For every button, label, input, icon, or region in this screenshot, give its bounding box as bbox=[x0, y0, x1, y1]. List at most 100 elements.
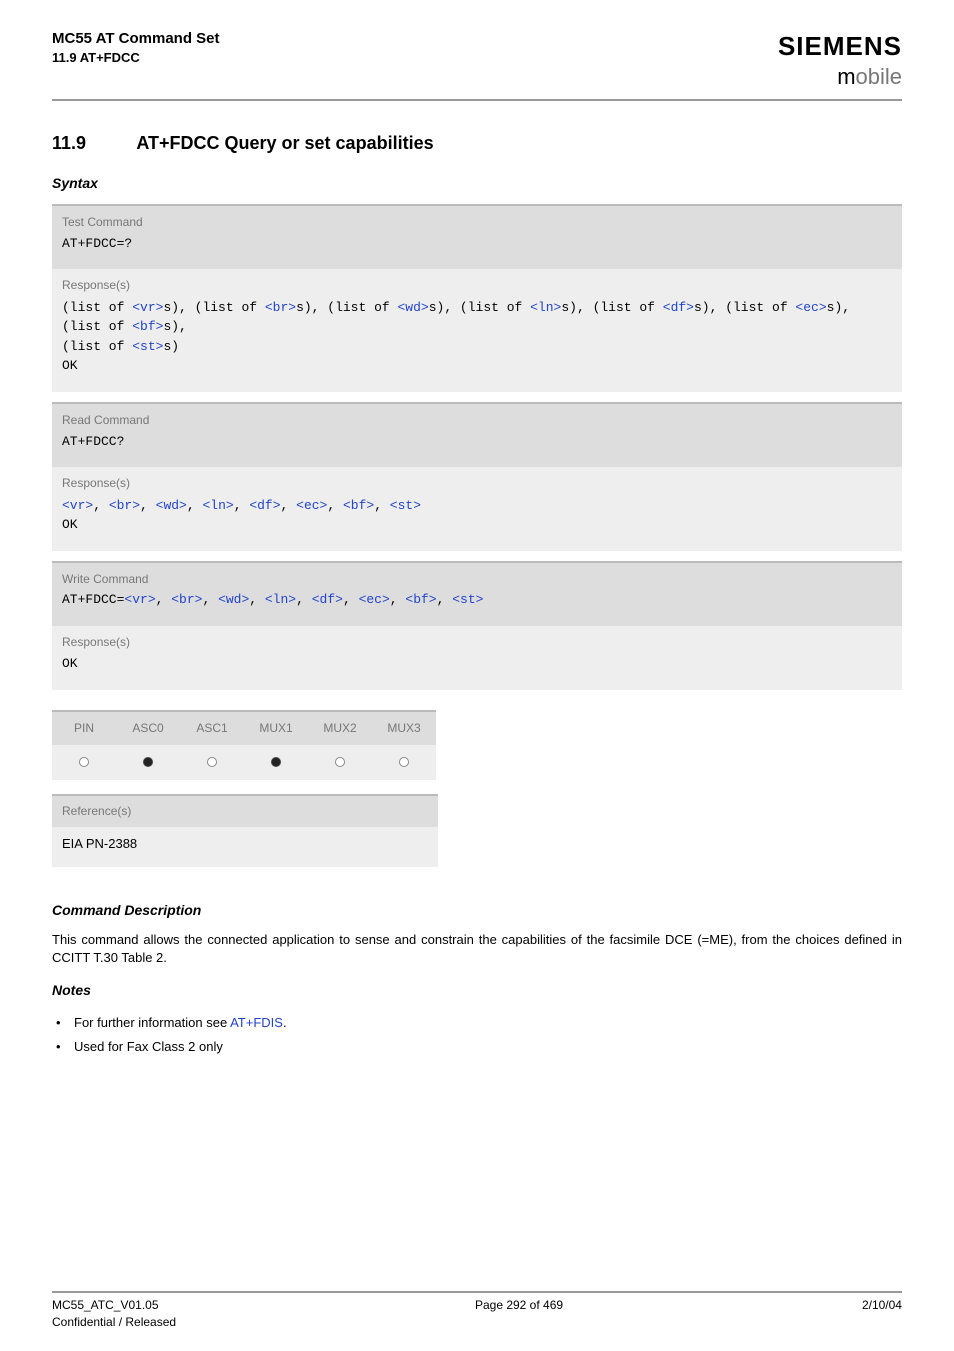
param-token[interactable]: <ln> bbox=[202, 498, 233, 513]
write-command-text: AT+FDCC=<vr>, <br>, <wd>, <ln>, <df>, <e… bbox=[62, 591, 892, 609]
doc-section-ref: 11.9 AT+FDCC bbox=[52, 49, 220, 67]
text-token: , bbox=[187, 498, 203, 513]
notes-label: Notes bbox=[52, 981, 902, 1001]
text-token: s), bbox=[163, 319, 186, 334]
text-token: s), (list of bbox=[429, 300, 530, 315]
text-token: , bbox=[140, 498, 156, 513]
open-circle-icon bbox=[207, 757, 217, 767]
matrix-col-header: MUX2 bbox=[308, 712, 372, 745]
open-circle-icon bbox=[335, 757, 345, 767]
param-token[interactable]: <wd> bbox=[398, 300, 429, 315]
test-command-block: Test Command AT+FDCC=? Response(s) (list… bbox=[52, 204, 902, 392]
section-heading-text: AT+FDCC Query or set capabilities bbox=[136, 133, 433, 153]
matrix-col-header: MUX3 bbox=[372, 712, 436, 745]
brand-logo: SIEMENS bbox=[778, 28, 902, 64]
matrix-cell bbox=[244, 745, 308, 781]
param-token[interactable]: <ec> bbox=[795, 300, 826, 315]
matrix-body-row bbox=[52, 745, 436, 781]
param-token[interactable]: <ec> bbox=[296, 498, 327, 513]
test-command-head: Test Command AT+FDCC=? bbox=[52, 204, 902, 269]
filled-circle-icon bbox=[271, 757, 281, 767]
param-token[interactable]: <bf> bbox=[132, 319, 163, 334]
brand-sub-rest: obile bbox=[856, 64, 902, 89]
reference-block: Reference(s) EIA PN-2388 bbox=[52, 794, 438, 867]
note-text: For further information see bbox=[74, 1015, 230, 1030]
read-command-head: Read Command AT+FDCC? bbox=[52, 402, 902, 467]
matrix-cell bbox=[372, 745, 436, 781]
text-token: , bbox=[374, 498, 390, 513]
param-token[interactable]: <df> bbox=[663, 300, 694, 315]
list-item: Used for Fax Class 2 only bbox=[54, 1035, 902, 1059]
text-token: , bbox=[93, 498, 109, 513]
text-token: , bbox=[234, 498, 250, 513]
note-text: . bbox=[283, 1015, 287, 1030]
response-line: <vr>, <br>, <wd>, <ln>, <df>, <ec>, <bf>… bbox=[62, 496, 892, 516]
write-response-body: Response(s) OK bbox=[52, 626, 902, 690]
open-circle-icon bbox=[79, 757, 89, 767]
text-token: s), (list of bbox=[561, 300, 662, 315]
param-token[interactable]: <df> bbox=[312, 592, 343, 607]
matrix-cell bbox=[116, 745, 180, 781]
test-command-text: AT+FDCC=? bbox=[62, 235, 892, 253]
read-response-text: <vr>, <br>, <wd>, <ln>, <df>, <ec>, <bf>… bbox=[62, 496, 892, 535]
param-token[interactable]: <ln> bbox=[265, 592, 296, 607]
read-response-body: Response(s) <vr>, <br>, <wd>, <ln>, <df>… bbox=[52, 467, 902, 551]
param-token[interactable]: <wd> bbox=[218, 592, 249, 607]
doc-title: MC55 AT Command Set bbox=[52, 28, 220, 49]
param-token[interactable]: <vr> bbox=[132, 300, 163, 315]
open-circle-icon bbox=[399, 757, 409, 767]
footer-left-line1: MC55_ATC_V01.05 bbox=[52, 1297, 176, 1314]
text-token: , bbox=[281, 498, 297, 513]
param-token[interactable]: <bf> bbox=[343, 498, 374, 513]
param-token[interactable]: <vr> bbox=[62, 498, 93, 513]
test-command-head-label: Test Command bbox=[62, 214, 892, 231]
matrix-col-header: PIN bbox=[52, 712, 116, 745]
text-token: , bbox=[202, 592, 218, 607]
matrix-head-row: PINASC0ASC1MUX1MUX2MUX3 bbox=[52, 710, 436, 745]
brand-sub: mobile bbox=[778, 62, 902, 93]
param-token[interactable]: <br> bbox=[171, 592, 202, 607]
command-description-label: Command Description bbox=[52, 901, 902, 921]
test-response-body: Response(s) (list of <vr>s), (list of <b… bbox=[52, 269, 902, 392]
param-token[interactable]: <ln> bbox=[530, 300, 561, 315]
availability-matrix: PINASC0ASC1MUX1MUX2MUX3 bbox=[52, 710, 436, 780]
text-token: , bbox=[249, 592, 265, 607]
matrix-col-header: ASC1 bbox=[180, 712, 244, 745]
param-token[interactable]: <df> bbox=[249, 498, 280, 513]
text-token: , bbox=[327, 498, 343, 513]
matrix-cell bbox=[180, 745, 244, 781]
param-token[interactable]: <wd> bbox=[156, 498, 187, 513]
notes-list: For further information see AT+FDIS. Used… bbox=[52, 1011, 902, 1059]
text-token: , bbox=[437, 592, 453, 607]
param-token[interactable]: <br> bbox=[109, 498, 140, 513]
section-title: 11.9 AT+FDCC Query or set capabilities bbox=[52, 131, 902, 156]
param-token[interactable]: <br> bbox=[265, 300, 296, 315]
param-token[interactable]: <vr> bbox=[124, 592, 155, 607]
read-command-head-label: Read Command bbox=[62, 412, 892, 429]
response-line: (list of <st>s) bbox=[62, 337, 892, 357]
command-description-text: This command allows the connected applic… bbox=[52, 931, 902, 967]
param-token[interactable]: <st> bbox=[132, 339, 163, 354]
response-line: (list of <vr>s), (list of <br>s), (list … bbox=[62, 298, 892, 337]
param-token[interactable]: <st> bbox=[390, 498, 421, 513]
param-token[interactable]: <ec> bbox=[359, 592, 390, 607]
note-link[interactable]: AT+FDIS bbox=[230, 1015, 283, 1030]
footer-left: MC55_ATC_V01.05 Confidential / Released bbox=[52, 1297, 176, 1331]
test-response-text: (list of <vr> s), (list of <br> s), (list … bbox=[62, 298, 892, 376]
syntax-label: Syntax bbox=[52, 174, 902, 194]
response-line: OK bbox=[62, 356, 892, 376]
text-token: , bbox=[156, 592, 172, 607]
page-header: MC55 AT Command Set 11.9 AT+FDCC SIEMENS… bbox=[52, 28, 902, 93]
text-token: , bbox=[343, 592, 359, 607]
param-token[interactable]: <bf> bbox=[405, 592, 436, 607]
param-token[interactable]: <st> bbox=[452, 592, 483, 607]
note-text: Used for Fax Class 2 only bbox=[74, 1039, 223, 1054]
write-command-head: Write Command AT+FDCC=<vr>, <br>, <wd>, … bbox=[52, 561, 902, 626]
matrix-col-header: MUX1 bbox=[244, 712, 308, 745]
header-right: SIEMENS mobile bbox=[778, 28, 902, 93]
text-token: (list of bbox=[62, 339, 132, 354]
brand-sub-m: m bbox=[837, 64, 855, 89]
write-response-label: Response(s) bbox=[62, 634, 892, 651]
filled-circle-icon bbox=[143, 757, 153, 767]
read-command-block: Read Command AT+FDCC? Response(s) <vr>, … bbox=[52, 402, 902, 551]
